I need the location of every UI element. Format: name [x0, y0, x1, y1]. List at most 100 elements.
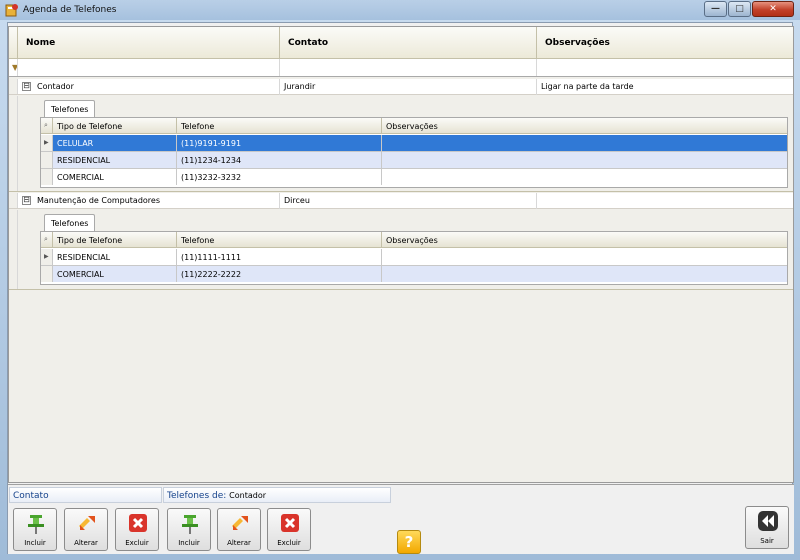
row-arrow-icon: ▶: [44, 253, 49, 260]
minimize-button[interactable]: —: [704, 1, 727, 17]
cell-telefone[interactable]: (11)1111-1111: [177, 249, 382, 265]
cell-contato[interactable]: Jurandir: [280, 79, 537, 95]
filter-nome[interactable]: [18, 59, 280, 76]
edit-arrows-icon: [232, 516, 248, 530]
cell-telefone[interactable]: (11)2222-2222: [177, 266, 382, 282]
table-row[interactable]: COMERCIAL (11)3232-3232: [41, 169, 787, 186]
edit-arrows-icon: [79, 516, 95, 530]
delete-icon: [129, 514, 147, 532]
telefone-excluir-button[interactable]: Excluir: [267, 508, 311, 551]
collapse-icon[interactable]: ⊟: [22, 196, 31, 205]
sair-label: Sair: [760, 537, 774, 545]
client-area: Nome Contato Observações ▼ ⊟ Contador Ju…: [7, 22, 794, 554]
pin-add-icon: [182, 515, 198, 534]
exit-button[interactable]: Sair: [745, 506, 789, 549]
phones-subgrid: ⌕ Tipo de Telefone Telefone Observações …: [40, 117, 788, 188]
cell-telefone[interactable]: (11)3232-3232: [177, 169, 382, 185]
telefone-incluir-button[interactable]: Incluir: [167, 508, 211, 551]
contato-alterar-button[interactable]: Alterar: [64, 508, 108, 551]
tab-telefones[interactable]: Telefones: [44, 214, 96, 232]
contacts-grid: Nome Contato Observações ▼ ⊟ Contador Ju…: [8, 26, 794, 483]
phonebook-icon: [5, 4, 18, 17]
grid-header: Nome Contato Observações: [9, 27, 793, 59]
column-header-tipo[interactable]: Tipo de Telefone: [53, 232, 177, 248]
column-header-tipo[interactable]: Tipo de Telefone: [53, 118, 177, 134]
cell-tipo[interactable]: COMERCIAL: [53, 266, 177, 282]
telefones-group-title: Telefones de: Contador: [163, 487, 391, 503]
tab-telefones[interactable]: Telefones: [44, 100, 96, 118]
table-row[interactable]: ⊟ Contador Jurandir Ligar na parte da ta…: [9, 79, 793, 95]
search-icon: ⌕: [44, 235, 48, 243]
cell-tipo[interactable]: RESIDENCIAL: [53, 152, 177, 168]
header-indicator: [9, 27, 18, 59]
table-row[interactable]: ⊟ Manutenção de Computadores Dirceu: [9, 193, 793, 209]
maximize-button[interactable]: □: [728, 1, 751, 17]
column-header-observacoes[interactable]: Observações: [537, 27, 793, 59]
contato-incluir-button[interactable]: Incluir: [13, 508, 57, 551]
column-header-obs[interactable]: Observações: [382, 232, 787, 248]
contato-excluir-button[interactable]: Excluir: [115, 508, 159, 551]
table-row[interactable]: RESIDENCIAL (11)1234-1234: [41, 152, 787, 169]
close-button[interactable]: ✕: [752, 1, 794, 17]
cell-contato[interactable]: Dirceu: [280, 193, 537, 209]
window-title: Agenda de Telefones: [23, 5, 117, 15]
cell-tipo[interactable]: CELULAR: [53, 135, 177, 151]
telefones-group-label: Telefones de:: [167, 491, 227, 501]
row-indicator: [9, 79, 18, 94]
alterar-label: Alterar: [227, 539, 251, 547]
detail-indicator: [9, 210, 18, 289]
cell-telefone[interactable]: (11)9191-9191: [177, 135, 382, 151]
cell-nome[interactable]: Contador: [33, 79, 280, 95]
title-bar[interactable]: Agenda de Telefones — □ ✕: [0, 0, 800, 20]
table-row[interactable]: ▶ RESIDENCIAL (11)1111-1111: [41, 249, 787, 266]
telefone-alterar-button[interactable]: Alterar: [217, 508, 261, 551]
cell-observacoes[interactable]: Ligar na parte da tarde: [537, 79, 793, 95]
cell-obs[interactable]: [382, 249, 787, 265]
subgrid-search-cell[interactable]: ⌕: [41, 118, 53, 134]
detail-panel: Telefones ⌕ Tipo de Telefone Telefone Ob…: [9, 210, 793, 290]
incluir-label: Incluir: [178, 539, 200, 547]
filter-observacoes[interactable]: [537, 59, 793, 76]
column-header-nome[interactable]: Nome: [18, 27, 280, 59]
table-row[interactable]: COMERCIAL (11)2222-2222: [41, 266, 787, 283]
cell-observacoes[interactable]: [537, 193, 793, 209]
table-row[interactable]: ▶ CELULAR (11)9191-9191: [41, 135, 787, 152]
row-indicator: [9, 193, 18, 208]
app-window: Agenda de Telefones — □ ✕ Nome Contato O…: [0, 0, 800, 560]
cell-telefone[interactable]: (11)1234-1234: [177, 152, 382, 168]
column-header-telefone[interactable]: Telefone: [177, 232, 382, 248]
cell-obs[interactable]: [382, 266, 787, 282]
row-indicator: ▶: [41, 249, 53, 265]
pin-add-icon: [28, 515, 44, 534]
cell-obs[interactable]: [382, 152, 787, 168]
filter-indicator: [9, 59, 18, 76]
cell-nome[interactable]: Manutenção de Computadores: [33, 193, 280, 209]
bottom-toolbar: Contato Incluir Alterar Excluir Telefone…: [8, 484, 794, 554]
row-indicator: ▶: [41, 135, 53, 151]
column-header-obs[interactable]: Observações: [382, 118, 787, 134]
excluir-label: Excluir: [125, 539, 149, 547]
cell-tipo[interactable]: RESIDENCIAL: [53, 249, 177, 265]
subgrid-header: ⌕ Tipo de Telefone Telefone Observações: [41, 118, 787, 134]
contato-group-title: Contato: [9, 487, 162, 503]
row-indicator: [41, 266, 53, 282]
cell-tipo[interactable]: COMERCIAL: [53, 169, 177, 185]
subgrid-search-cell[interactable]: ⌕: [41, 232, 53, 248]
detail-indicator: [9, 96, 18, 191]
help-button[interactable]: ?: [397, 530, 421, 554]
row-indicator: [41, 152, 53, 168]
row-arrow-icon: ▶: [44, 139, 49, 146]
search-icon: ⌕: [44, 121, 48, 129]
collapse-icon[interactable]: ⊟: [22, 82, 31, 91]
cell-obs[interactable]: [382, 135, 787, 151]
telefones-group-subject: Contador: [229, 491, 267, 500]
delete-icon: [281, 514, 299, 532]
column-header-telefone[interactable]: Telefone: [177, 118, 382, 134]
phones-subgrid: ⌕ Tipo de Telefone Telefone Observações …: [40, 231, 788, 285]
row-indicator: [41, 169, 53, 185]
cell-obs[interactable]: [382, 169, 787, 185]
rewind-icon: [758, 511, 778, 531]
filter-contato[interactable]: [280, 59, 537, 76]
column-header-contato[interactable]: Contato: [280, 27, 537, 59]
incluir-label: Incluir: [24, 539, 46, 547]
